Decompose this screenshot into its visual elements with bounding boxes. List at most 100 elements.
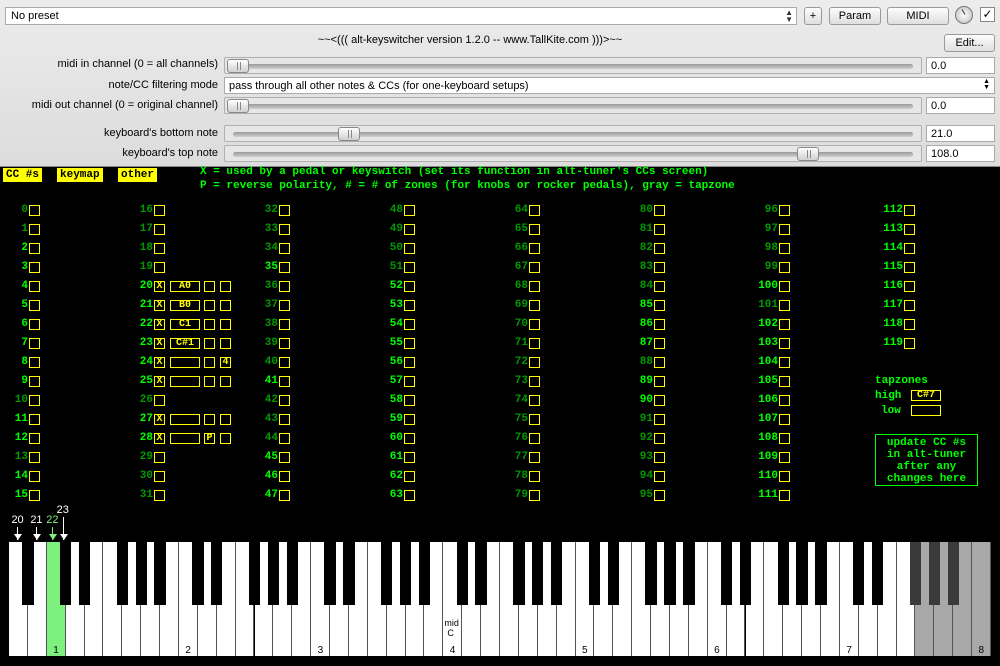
cc-checkbox-58[interactable]	[404, 395, 415, 406]
cc-checkbox-97[interactable]	[779, 224, 790, 235]
cc-checkbox-88[interactable]	[654, 357, 665, 368]
black-key[interactable]	[211, 542, 223, 605]
cc-checkbox-39[interactable]	[279, 338, 290, 349]
tab-cc-numbers[interactable]: CC #s	[3, 168, 43, 182]
cc-checkbox-12[interactable]	[29, 433, 40, 444]
cc-checkbox-84[interactable]	[654, 281, 665, 292]
cc-checkbox-16[interactable]	[154, 205, 165, 216]
cc-note-field-25[interactable]	[170, 376, 200, 387]
cc-checkbox-101[interactable]	[779, 300, 790, 311]
cc-checkbox-42[interactable]	[279, 395, 290, 406]
cc-checkbox-34[interactable]	[279, 243, 290, 254]
cc-checkbox-62[interactable]	[404, 471, 415, 482]
cc-checkbox-44[interactable]	[279, 433, 290, 444]
black-key[interactable]	[947, 542, 959, 605]
cc-checkbox-53[interactable]	[404, 300, 415, 311]
cc-checkbox-40[interactable]	[279, 357, 290, 368]
cc-checkbox-48[interactable]	[404, 205, 415, 216]
cc-checkbox-50[interactable]	[404, 243, 415, 254]
cc-checkbox-11[interactable]	[29, 414, 40, 425]
midi-in-slider[interactable]	[224, 57, 922, 74]
cc-checkbox-32[interactable]	[279, 205, 290, 216]
slider-thumb[interactable]	[337, 127, 360, 141]
black-key[interactable]	[135, 542, 147, 605]
cc-checkbox-60[interactable]	[404, 433, 415, 444]
cc-checkbox-83[interactable]	[654, 262, 665, 273]
black-key[interactable]	[909, 542, 922, 605]
cc-polarity-23[interactable]	[204, 338, 215, 349]
cc-checkbox-114[interactable]	[904, 243, 915, 254]
knob-icon[interactable]	[955, 6, 973, 24]
midi-button[interactable]: MIDI	[887, 7, 949, 25]
cc-checkbox-36[interactable]	[279, 281, 290, 292]
add-preset-button[interactable]: +	[804, 7, 822, 25]
black-key[interactable]	[664, 542, 676, 605]
cc-zones-20[interactable]	[220, 281, 231, 292]
black-key[interactable]	[720, 542, 733, 605]
cc-checkbox-105[interactable]	[779, 376, 790, 387]
cc-note-field-21[interactable]: B0	[170, 300, 200, 311]
cc-checkbox-89[interactable]	[654, 376, 665, 387]
cc-checkbox-55[interactable]	[404, 338, 415, 349]
cc-checkbox-1[interactable]	[29, 224, 40, 235]
cc-checkbox-82[interactable]	[654, 243, 665, 254]
cc-checkbox-20[interactable]: X	[154, 281, 165, 292]
cc-checkbox-81[interactable]	[654, 224, 665, 235]
cc-checkbox-25[interactable]: X	[154, 376, 165, 387]
cc-checkbox-23[interactable]: X	[154, 338, 165, 349]
cc-zones-27[interactable]	[220, 414, 231, 425]
cc-note-field-27[interactable]	[170, 414, 200, 425]
cc-checkbox-26[interactable]	[154, 395, 165, 406]
update-cc-button[interactable]: update CC #s in alt-tuner after any chan…	[875, 434, 978, 486]
black-key[interactable]	[513, 542, 525, 605]
midi-out-value[interactable]: 0.0	[926, 97, 995, 114]
cc-polarity-27[interactable]	[204, 414, 215, 425]
midi-in-value[interactable]: 0.0	[926, 57, 995, 74]
preset-select[interactable]: No preset ▲ ▼	[5, 7, 797, 25]
cc-checkbox-57[interactable]	[404, 376, 415, 387]
cc-checkbox-41[interactable]	[279, 376, 290, 387]
cc-zones-25[interactable]	[220, 376, 231, 387]
cc-checkbox-10[interactable]	[29, 395, 40, 406]
cc-checkbox-0[interactable]	[29, 205, 40, 216]
enable-checkbox[interactable]: ✓	[980, 7, 995, 22]
cc-checkbox-103[interactable]	[779, 338, 790, 349]
filter-mode-select[interactable]: pass through all other notes & CCs (for …	[224, 77, 995, 94]
cc-checkbox-72[interactable]	[529, 357, 540, 368]
cc-checkbox-27[interactable]: X	[154, 414, 165, 425]
cc-zones-21[interactable]	[220, 300, 231, 311]
cc-checkbox-2[interactable]	[29, 243, 40, 254]
black-key[interactable]	[607, 542, 619, 605]
cc-checkbox-51[interactable]	[404, 262, 415, 273]
cc-checkbox-67[interactable]	[529, 262, 540, 273]
cc-checkbox-86[interactable]	[654, 319, 665, 330]
cc-checkbox-61[interactable]	[404, 452, 415, 463]
cc-checkbox-56[interactable]	[404, 357, 415, 368]
cc-checkbox-117[interactable]	[904, 300, 915, 311]
cc-checkbox-24[interactable]: X	[154, 357, 165, 368]
cc-checkbox-6[interactable]	[29, 319, 40, 330]
cc-polarity-21[interactable]	[204, 300, 215, 311]
cc-zones-24[interactable]: 4	[220, 357, 231, 368]
cc-checkbox-100[interactable]	[779, 281, 790, 292]
cc-checkbox-91[interactable]	[654, 414, 665, 425]
black-key[interactable]	[418, 542, 431, 605]
cc-polarity-28[interactable]: P	[204, 433, 215, 444]
cc-checkbox-108[interactable]	[779, 433, 790, 444]
black-key[interactable]	[78, 542, 91, 605]
black-key[interactable]	[872, 542, 884, 605]
black-key[interactable]	[192, 542, 204, 605]
slider-thumb[interactable]	[796, 147, 819, 161]
cc-checkbox-75[interactable]	[529, 414, 540, 425]
cc-checkbox-70[interactable]	[529, 319, 540, 330]
cc-checkbox-106[interactable]	[779, 395, 790, 406]
cc-checkbox-18[interactable]	[154, 243, 165, 254]
cc-checkbox-104[interactable]	[779, 357, 790, 368]
cc-checkbox-115[interactable]	[904, 262, 915, 273]
cc-checkbox-15[interactable]	[29, 490, 40, 501]
black-key[interactable]	[59, 542, 72, 605]
cc-checkbox-30[interactable]	[154, 471, 165, 482]
black-key[interactable]	[267, 542, 280, 605]
cc-checkbox-116[interactable]	[904, 281, 915, 292]
cc-zones-28[interactable]	[220, 433, 231, 444]
